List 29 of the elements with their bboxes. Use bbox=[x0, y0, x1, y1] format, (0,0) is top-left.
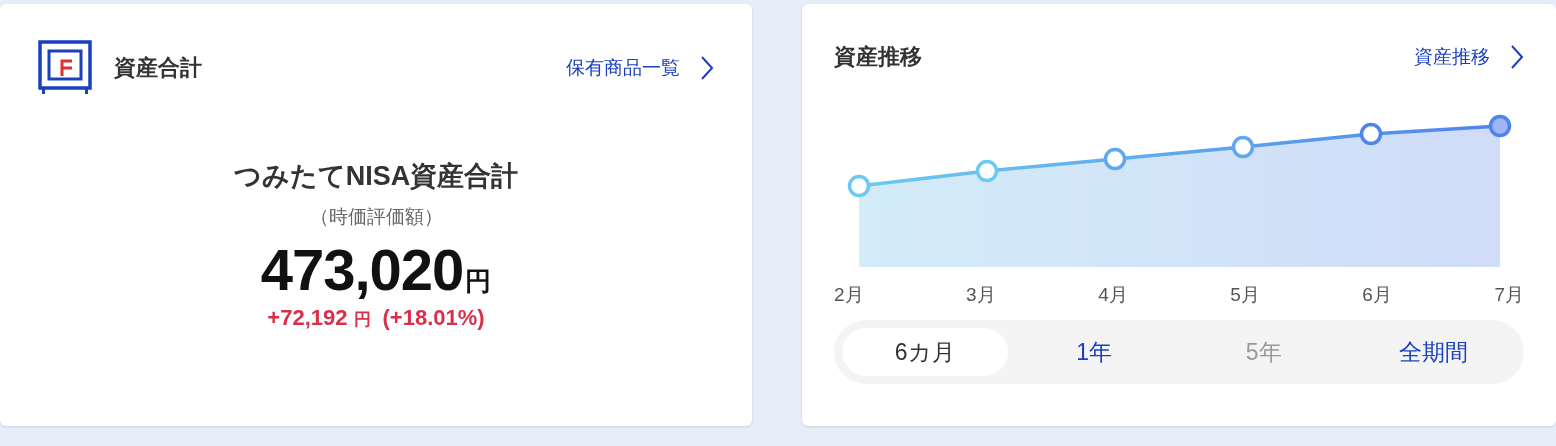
data-point bbox=[975, 159, 999, 183]
data-point bbox=[1103, 147, 1127, 171]
month-label: 4月 bbox=[1098, 283, 1128, 307]
month-label: 7月 bbox=[1494, 283, 1524, 307]
valuation-note: （時価評価額） bbox=[309, 205, 443, 229]
currency-unit: 円 bbox=[353, 309, 371, 331]
chevron-right-icon bbox=[1510, 44, 1524, 70]
data-point bbox=[1231, 135, 1255, 159]
holdings-link[interactable]: 保有商品一覧 bbox=[566, 55, 714, 81]
month-label: 6月 bbox=[1362, 283, 1392, 307]
gain-amount: +72,192 bbox=[267, 305, 348, 331]
period-tab[interactable]: 1年 bbox=[1011, 328, 1177, 376]
period-tab[interactable]: 全期間 bbox=[1350, 328, 1516, 376]
gain-percent: (+18.01%) bbox=[382, 305, 485, 331]
total-heading: つみたてNISA資産合計 bbox=[233, 160, 519, 193]
month-label: 3月 bbox=[966, 283, 996, 307]
safe-icon bbox=[38, 40, 92, 96]
month-label: 5月 bbox=[1230, 283, 1260, 307]
total-amount: 473,020 bbox=[260, 236, 464, 303]
period-tab[interactable]: 6カ月 bbox=[842, 328, 1008, 376]
currency-unit: 円 bbox=[465, 265, 492, 298]
card-title: 資産推移 bbox=[834, 43, 922, 71]
data-point bbox=[1359, 122, 1383, 146]
month-label: 2月 bbox=[834, 283, 864, 307]
chevron-right-icon bbox=[700, 55, 714, 81]
card-title: 資産合計 bbox=[114, 54, 202, 82]
trend-link[interactable]: 資産推移 bbox=[1414, 44, 1524, 70]
data-point bbox=[1488, 114, 1512, 138]
data-point bbox=[847, 174, 871, 198]
